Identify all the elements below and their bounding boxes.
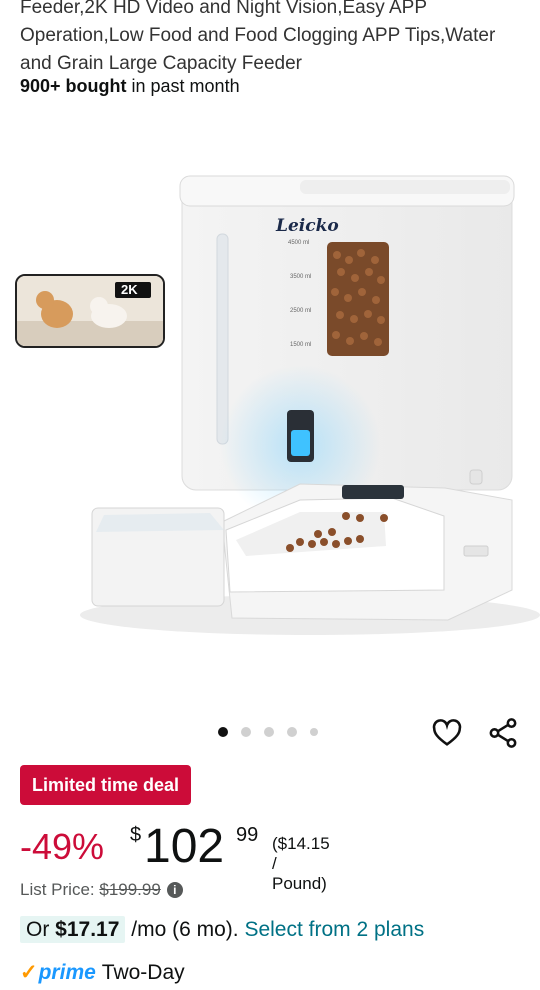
heart-icon[interactable] bbox=[430, 716, 464, 750]
prime-delivery: ✓ prime Two-Day bbox=[20, 960, 185, 985]
carousel-dot[interactable] bbox=[287, 727, 297, 737]
image-carousel-dots bbox=[218, 727, 318, 737]
info-icon[interactable]: i bbox=[166, 882, 183, 898]
scale-label: 1500 ml bbox=[290, 342, 312, 348]
prime-delivery-text: Two-Day bbox=[101, 960, 185, 984]
product-title: Feeder,2K HD Video and Night Vision,Easy… bbox=[20, 0, 525, 78]
scale-label: 4500 ml bbox=[288, 240, 310, 246]
title-line: and Grain Large Capacity Feeder bbox=[20, 53, 302, 74]
share-icon[interactable] bbox=[486, 716, 520, 750]
monthly-payment: Or $17.17 /mo (6 mo). Select from 2 plan… bbox=[20, 916, 424, 943]
carousel-dot[interactable] bbox=[310, 728, 318, 736]
carousel-dot[interactable] bbox=[264, 727, 274, 737]
brand-logo: Leicko bbox=[276, 216, 339, 236]
prime-check-icon: ✓ bbox=[20, 961, 38, 984]
deal-badge: Limited time deal bbox=[20, 765, 192, 805]
monthly-prefix: Or bbox=[26, 918, 56, 941]
badge-2k: 2K bbox=[121, 282, 138, 297]
price-whole: 102 bbox=[144, 820, 225, 873]
bought-count: 900+ bought in past month bbox=[20, 76, 240, 97]
video-thumbnail[interactable]: 2K bbox=[15, 274, 165, 348]
product-image[interactable]: Leicko 4500 ml 3500 ml 2500 ml 1500 ml bbox=[0, 120, 540, 700]
bought-count-bold: 900+ bought bbox=[20, 76, 127, 96]
bought-count-rest: in past month bbox=[126, 76, 240, 96]
pet-feeder-image bbox=[80, 175, 540, 635]
cats-thumbnail-image bbox=[17, 276, 163, 346]
price-fraction: 99 bbox=[236, 824, 259, 846]
carousel-dot-active[interactable] bbox=[218, 727, 228, 737]
scale-label: 2500 ml bbox=[290, 308, 312, 314]
list-price-value: $199.99 bbox=[99, 880, 161, 899]
monthly-amount-box: Or $17.17 bbox=[20, 916, 126, 943]
scale-label: 3500 ml bbox=[290, 274, 312, 280]
prime-logo: prime bbox=[38, 960, 96, 984]
list-price-label: List Price: bbox=[20, 880, 100, 899]
select-plans-link[interactable]: Select from 2 plans bbox=[244, 918, 424, 941]
monthly-amount: $17.17 bbox=[55, 918, 120, 941]
price-currency: $ bbox=[130, 824, 142, 846]
unit-price: ($14.15 / Pound) bbox=[272, 834, 330, 893]
title-line: Operation,Low Food and Food Clogging APP… bbox=[20, 25, 496, 46]
title-line: Feeder,2K HD Video and Night Vision,Easy… bbox=[20, 0, 427, 18]
list-price: List Price: $199.99 i bbox=[20, 880, 183, 900]
monthly-terms: /mo (6 mo). bbox=[125, 918, 245, 941]
discount-percent: -49% bbox=[20, 826, 105, 867]
carousel-dot[interactable] bbox=[241, 727, 251, 737]
